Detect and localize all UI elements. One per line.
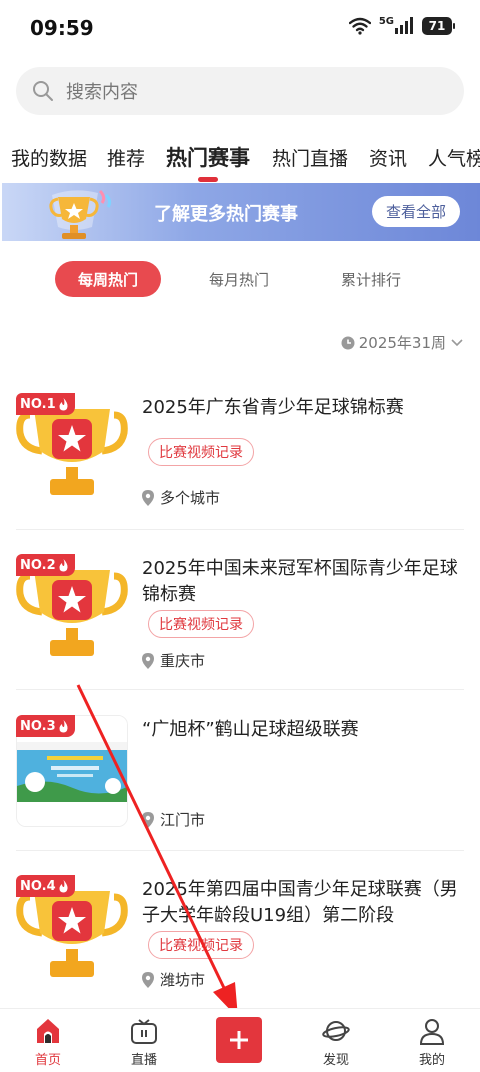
location-label: 多个城市 xyxy=(160,489,221,507)
event-location: 江门市 xyxy=(142,809,205,830)
week-label: 2025年31周 xyxy=(358,334,446,352)
nav-live[interactable]: 直播 xyxy=(109,1017,179,1068)
location-label: 重庆市 xyxy=(160,652,206,670)
event-location: 重庆市 xyxy=(142,650,205,671)
signal-icon xyxy=(395,17,413,34)
rank-label: NO.3 xyxy=(20,718,56,734)
hot-events-banner[interactable]: 了解更多热门赛事 查看全部 xyxy=(2,183,480,241)
tab-news[interactable]: 资讯 xyxy=(369,144,407,171)
category-tabs: 我的数据 推荐 热门赛事 热门直播 资讯 人气榜 xyxy=(0,140,480,180)
trophy-icon xyxy=(49,189,112,239)
nav-mine[interactable]: 我的 xyxy=(397,1017,467,1068)
event-location: 潍坊市 xyxy=(142,969,205,990)
tab-cumulative-rank[interactable]: 累计排行 xyxy=(318,261,424,297)
user-icon xyxy=(419,1019,445,1045)
search-placeholder: 搜索内容 xyxy=(66,82,138,103)
list-item[interactable]: NO.2 2025年中国未来冠军杯国际青少年足球锦标赛 比赛视频记录 重庆市 xyxy=(0,554,480,674)
week-selector[interactable]: 2025年31周 xyxy=(341,332,464,353)
divider xyxy=(16,850,464,851)
clock-icon xyxy=(341,336,355,349)
chevron-down-icon xyxy=(451,338,463,346)
rank-badge: NO.3 xyxy=(16,715,75,737)
tv-icon xyxy=(131,1019,157,1044)
event-location: 多个城市 xyxy=(142,487,220,508)
rank-badge: NO.4 xyxy=(16,875,75,897)
location-pin-icon xyxy=(142,811,154,828)
nav-mine-label: 我的 xyxy=(418,1053,445,1068)
event-tag[interactable]: 比赛视频记录 xyxy=(148,931,254,959)
create-button[interactable] xyxy=(216,1017,262,1063)
plus-icon xyxy=(230,1031,248,1049)
nav-home[interactable]: 首页 xyxy=(13,1017,83,1068)
status-icons: 5G 71 xyxy=(348,15,455,35)
event-title: 2025年中国未来冠军杯国际青少年足球锦标赛 xyxy=(142,558,458,605)
tab-my-data[interactable]: 我的数据 xyxy=(11,144,87,171)
flame-icon xyxy=(59,397,68,410)
tab-hot-live[interactable]: 热门直播 xyxy=(272,144,348,171)
tab-monthly-hot[interactable]: 每月热门 xyxy=(186,261,292,297)
location-pin-icon xyxy=(142,971,154,988)
active-tab-indicator xyxy=(198,177,218,182)
list-item[interactable]: NO.3 “广旭杯”鹤山足球超级联赛 江门市 xyxy=(0,715,480,835)
rank-label: NO.4 xyxy=(20,878,56,894)
search-bar[interactable]: 搜索内容 xyxy=(16,67,464,115)
tab-weekly-hot[interactable]: 每周热门 xyxy=(55,261,161,297)
planet-icon xyxy=(322,1021,350,1041)
rank-badge: NO.2 xyxy=(16,554,75,576)
status-bar: 09:59 5G 71 xyxy=(0,0,480,58)
network-label: 5G xyxy=(378,15,394,27)
flame-icon xyxy=(59,558,68,571)
location-pin-icon xyxy=(142,489,154,506)
view-all-button[interactable]: 查看全部 xyxy=(372,196,460,227)
flame-icon xyxy=(59,719,68,732)
battery-icon: 71 xyxy=(422,17,455,35)
nav-discover[interactable]: 发现 xyxy=(301,1017,371,1068)
event-title: 2025年广东省青少年足球锦标赛 xyxy=(142,397,404,418)
nav-home-label: 首页 xyxy=(34,1053,61,1068)
banner-text: 了解更多热门赛事 xyxy=(154,204,298,225)
home-icon xyxy=(37,1019,59,1043)
nav-discover-label: 发现 xyxy=(322,1053,349,1068)
tab-recommend[interactable]: 推荐 xyxy=(107,144,145,171)
tab-popularity[interactable]: 人气榜 xyxy=(428,144,480,171)
list-item[interactable]: NO.4 2025年第四届中国青少年足球联赛（男子大学年龄段U19组）第二阶段 … xyxy=(0,875,480,1000)
divider xyxy=(16,689,464,690)
nav-live-label: 直播 xyxy=(130,1053,157,1068)
battery-level: 71 xyxy=(428,19,446,33)
location-pin-icon xyxy=(142,652,154,669)
search-icon xyxy=(33,81,53,101)
event-tag[interactable]: 比赛视频记录 xyxy=(148,438,254,466)
tab-hot-events[interactable]: 热门赛事 xyxy=(166,142,250,172)
wifi-icon xyxy=(348,17,371,35)
divider xyxy=(16,529,464,530)
rank-label: NO.2 xyxy=(20,557,56,573)
event-title: “广旭杯”鹤山足球超级联赛 xyxy=(142,719,359,740)
location-label: 潍坊市 xyxy=(160,971,206,989)
event-title: 2025年第四届中国青少年足球联赛（男子大学年龄段U19组）第二阶段 xyxy=(142,879,458,926)
rank-label: NO.1 xyxy=(20,396,56,412)
status-time: 09:59 xyxy=(30,16,94,40)
flame-icon xyxy=(59,879,68,892)
location-label: 江门市 xyxy=(160,811,206,829)
list-item[interactable]: NO.1 2025年广东省青少年足球锦标赛 比赛视频记录 多个城市 xyxy=(0,393,480,513)
rank-badge: NO.1 xyxy=(16,393,75,415)
event-tag[interactable]: 比赛视频记录 xyxy=(148,610,254,638)
